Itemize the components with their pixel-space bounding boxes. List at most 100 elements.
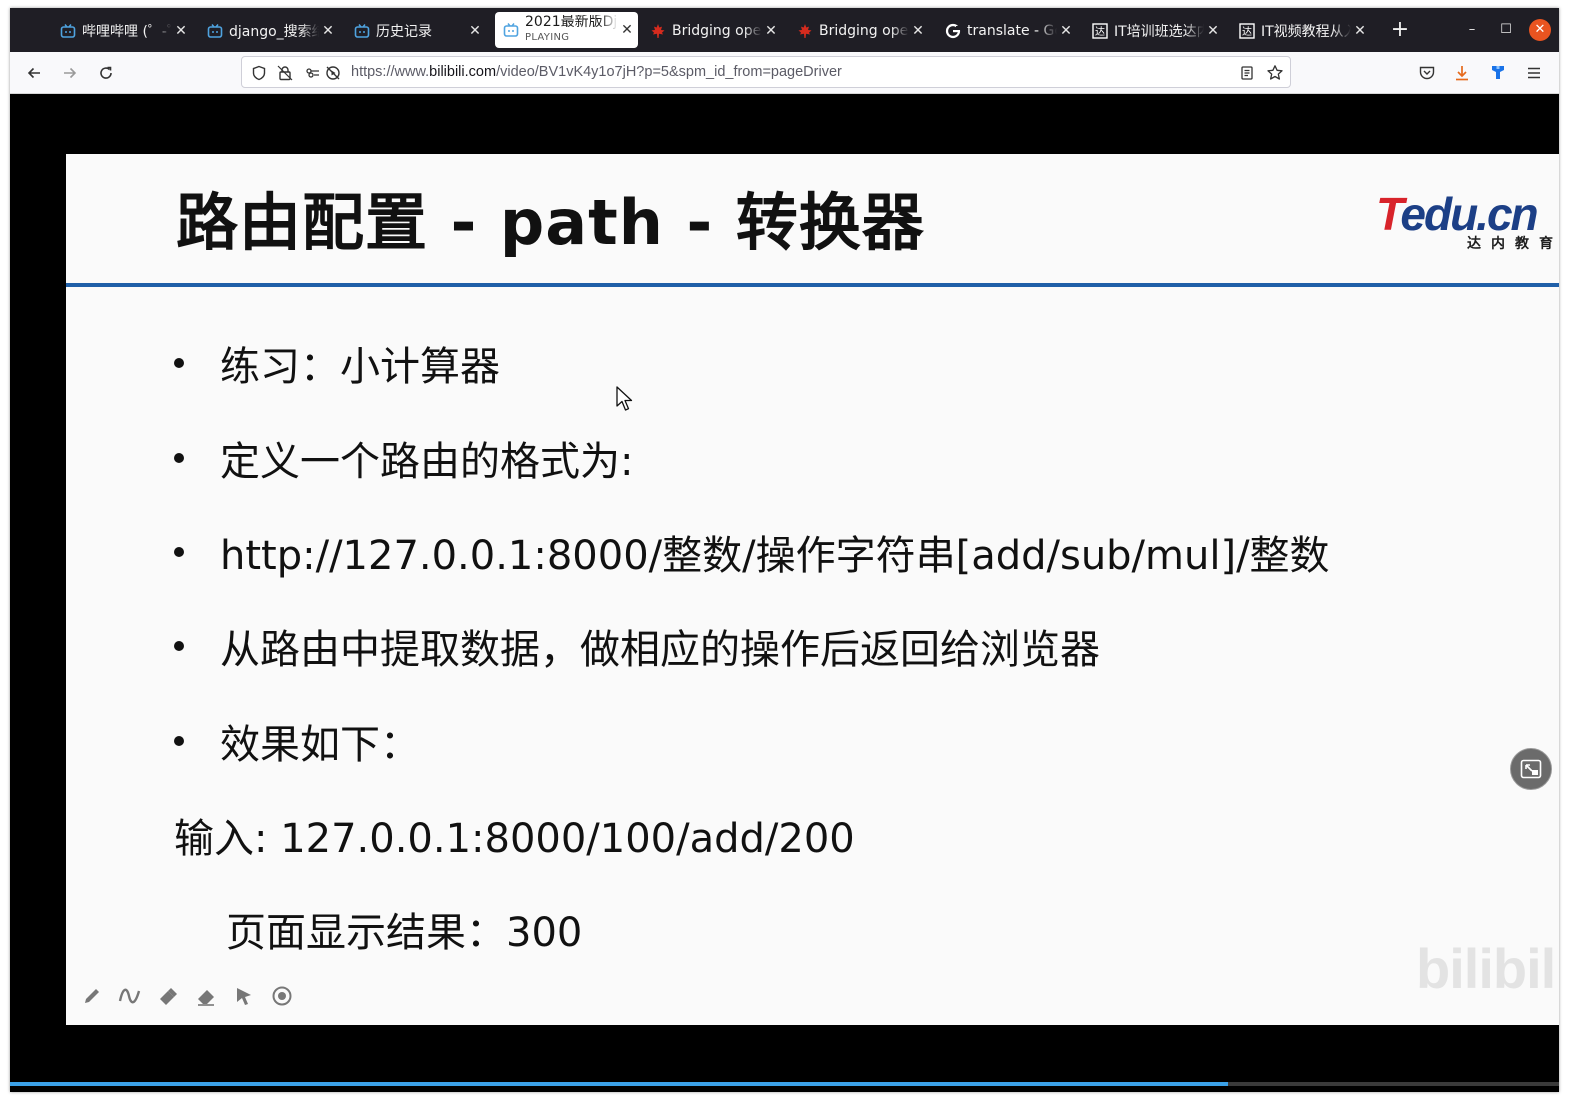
pocket-icon — [1419, 66, 1435, 80]
bilibili-tv-icon — [354, 23, 370, 39]
bilibili-watermark: bilibili — [1416, 937, 1559, 1000]
tab-title: translate - Google — [967, 23, 1057, 39]
bilibili-tv-icon — [503, 22, 519, 38]
pencil-icon[interactable] — [80, 984, 104, 1008]
tab-django-search[interactable]: django_搜索结果 ✕ — [199, 14, 339, 48]
pointer-icon[interactable] — [232, 984, 256, 1008]
video-progress-fill — [10, 1082, 1228, 1086]
maximize-button[interactable]: ☐ — [1495, 19, 1517, 41]
url-prefix: https://www. — [351, 64, 430, 80]
maple-leaf-icon — [650, 23, 666, 39]
forward-arrow-icon — [64, 67, 77, 79]
url-text[interactable]: https://www.bilibili.com/video/BV1vK4y1o… — [351, 64, 842, 80]
tab-close-icon[interactable]: ✕ — [174, 23, 188, 39]
bookmark-star-icon[interactable] — [1266, 64, 1284, 82]
bullet-dot-icon — [174, 358, 184, 368]
bilibili-tv-icon — [60, 23, 76, 39]
tab-tedu-training[interactable]: 达 IT培训班选达内 ✕ — [1084, 14, 1224, 48]
record-icon[interactable] — [270, 984, 294, 1008]
tedu-icon: 达 — [1092, 23, 1108, 39]
annotation-toolbar — [80, 984, 294, 1008]
tab-title: 历史记录 — [376, 24, 432, 40]
tab-close-icon[interactable]: ✕ — [764, 23, 778, 39]
tab-close-icon[interactable]: ✕ — [620, 22, 634, 38]
new-tab-button[interactable]: + — [1388, 18, 1412, 42]
slide-frame: 路由配置 - path - 转换器 Tedu.cn 达内教育 练习：小计算器 定… — [66, 154, 1559, 1025]
bullet-item: 效果如下： — [174, 712, 420, 770]
svg-text:达: 达 — [1242, 26, 1252, 38]
downloads-button[interactable] — [1449, 60, 1475, 86]
freehand-curve-icon[interactable] — [118, 984, 142, 1008]
tab-title: 2021最新版Django — [525, 15, 618, 30]
permissions-icon[interactable] — [304, 64, 322, 82]
tab-bilibili-home[interactable]: 哔哩哔哩 (゜-゜)つロ 干杯~-bilibili ✕ — [52, 14, 192, 48]
tracking-shield-icon[interactable] — [250, 64, 268, 82]
google-icon — [945, 23, 961, 39]
bullet-dot-icon — [174, 641, 184, 651]
tab-close-icon[interactable]: ✕ — [1206, 23, 1220, 39]
bilibili-tv-icon — [207, 23, 223, 39]
back-arrow-icon — [27, 67, 40, 79]
download-icon — [1456, 66, 1468, 81]
minimize-button[interactable]: – — [1461, 19, 1483, 41]
tab-close-icon[interactable]: ✕ — [1059, 23, 1073, 39]
pocket-button[interactable] — [1414, 60, 1440, 86]
bullet-item: http://127.0.0.1:8000/整数/操作字符串[add/sub/m… — [174, 523, 1330, 581]
tab-strip: 哔哩哔哩 (゜-゜)つロ 干杯~-bilibili ✕ django_搜索结果 … — [10, 8, 1559, 52]
back-button[interactable] — [21, 60, 47, 86]
bullet-item: 从路由中提取数据，做相应的操作后返回给浏览器 — [174, 617, 1100, 675]
tab-title: 哔哩哔哩 (゜-゜)つロ 干杯~-bilibili — [82, 24, 172, 40]
autoplay-blocked-icon[interactable] — [324, 64, 342, 82]
reload-button[interactable] — [93, 60, 119, 86]
tab-close-icon[interactable]: ✕ — [321, 23, 335, 39]
tedu-logo: Tedu.cn 达内教育 — [1372, 187, 1559, 257]
lock-icon[interactable] — [276, 64, 294, 82]
url-path: /video/BV1vK4y1o7jH?p=5&spm_id_from=page… — [496, 64, 842, 80]
tab-history[interactable]: 历史记录 ✕ — [346, 14, 486, 48]
tab-tedu-video[interactable]: 达 IT视频教程从入门 ✕ — [1231, 14, 1371, 48]
example-input-line: 输入: 127.0.0.1:8000/100/add/200 — [174, 816, 855, 862]
address-bar[interactable]: https://www.bilibili.com/video/BV1vK4y1o… — [241, 56, 1291, 88]
window-close-button[interactable]: ✕ — [1529, 19, 1551, 41]
video-player[interactable]: 路由配置 - path - 转换器 Tedu.cn 达内教育 练习：小计算器 定… — [10, 94, 1559, 1092]
tab-close-icon[interactable]: ✕ — [911, 23, 925, 39]
reload-icon — [100, 66, 112, 79]
video-progress-bar[interactable] — [10, 1082, 1559, 1086]
picture-in-picture-icon — [1520, 759, 1542, 779]
bullet-text: 效果如下： — [220, 722, 420, 768]
tab-bridging-open-2[interactable]: Bridging open ✕ — [789, 14, 929, 48]
title-divider — [66, 283, 1559, 287]
app-menu-button[interactable] — [1521, 60, 1547, 86]
tab-close-icon[interactable]: ✕ — [1353, 23, 1367, 39]
bullet-text: 从路由中提取数据，做相应的操作后返回给浏览器 — [220, 627, 1100, 673]
bullet-dot-icon — [174, 547, 184, 557]
navigation-toolbar: https://www.bilibili.com/video/BV1vK4y1o… — [10, 52, 1559, 94]
bullet-item: 定义一个路由的格式为: — [174, 429, 633, 487]
tab-close-icon[interactable]: ✕ — [468, 23, 482, 39]
tab-bridging-open-1[interactable]: Bridging open ✕ — [642, 14, 782, 48]
bullet-dot-icon — [174, 736, 184, 746]
logo-subtitle: 达内教育 — [1467, 236, 1559, 252]
reader-view-icon[interactable] — [1238, 64, 1256, 82]
example-result-line: 页面显示结果：300 — [226, 910, 583, 956]
browser-window: 哔哩哔哩 (゜-゜)つロ 干杯~-bilibili ✕ django_搜索结果 … — [10, 8, 1559, 1092]
url-domain: bilibili.com — [429, 64, 497, 80]
svg-text:达: 达 — [1095, 26, 1105, 38]
tab-video-playing[interactable]: 2021最新版Django PLAYING ✕ — [495, 12, 638, 48]
extension-icon — [1492, 66, 1504, 79]
highlighter-icon[interactable] — [156, 984, 180, 1008]
tedu-icon: 达 — [1239, 23, 1255, 39]
picture-in-picture-button[interactable] — [1510, 748, 1552, 790]
tab-playing-label: PLAYING — [525, 32, 570, 43]
logo-letter-t: T — [1376, 188, 1402, 240]
maple-leaf-icon — [797, 23, 813, 39]
tab-title: Bridging open — [819, 23, 909, 39]
bullet-text: 定义一个路由的格式为: — [220, 439, 634, 485]
mouse-cursor-icon — [616, 386, 633, 411]
bullet-text: 练习：小计算器 — [220, 344, 500, 390]
tab-google-translate[interactable]: translate - Google ✕ — [937, 14, 1077, 48]
forward-button[interactable] — [57, 60, 83, 86]
hamburger-menu-icon — [1528, 67, 1540, 79]
eraser-icon[interactable] — [194, 984, 218, 1008]
extension-button[interactable] — [1485, 60, 1511, 86]
